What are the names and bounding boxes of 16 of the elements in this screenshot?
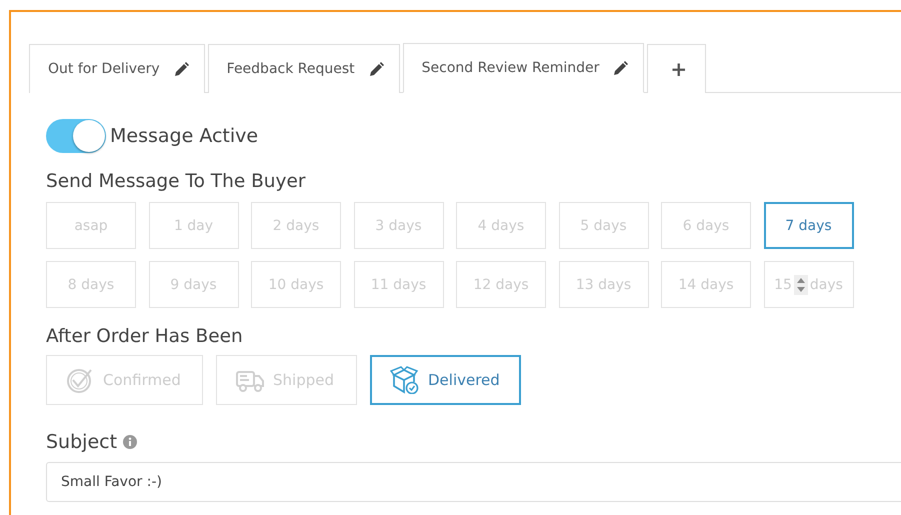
toggle-switch[interactable] bbox=[46, 119, 106, 153]
subject-field[interactable]: Small Favor :-) bbox=[46, 462, 901, 502]
tab[interactable]: Out for Delivery bbox=[29, 44, 205, 93]
pencil-icon bbox=[611, 60, 630, 76]
section-title: After Order Has Been bbox=[46, 326, 244, 347]
order-status-option[interactable]: Delivered bbox=[370, 355, 521, 405]
day-option[interactable]: 7 days bbox=[764, 202, 854, 249]
tab[interactable]: Feedback Request bbox=[208, 44, 400, 93]
section-title: Send Message To The Buyer bbox=[46, 171, 306, 192]
box-check-icon bbox=[390, 366, 420, 394]
spinner-icon bbox=[794, 274, 808, 294]
info-icon bbox=[123, 435, 138, 449]
field-label: Subject bbox=[46, 431, 118, 453]
add-tab-button[interactable]: + bbox=[647, 44, 706, 93]
toggle-label: Message Active bbox=[110, 125, 258, 147]
tab[interactable]: Second Review Reminder bbox=[402, 43, 644, 93]
